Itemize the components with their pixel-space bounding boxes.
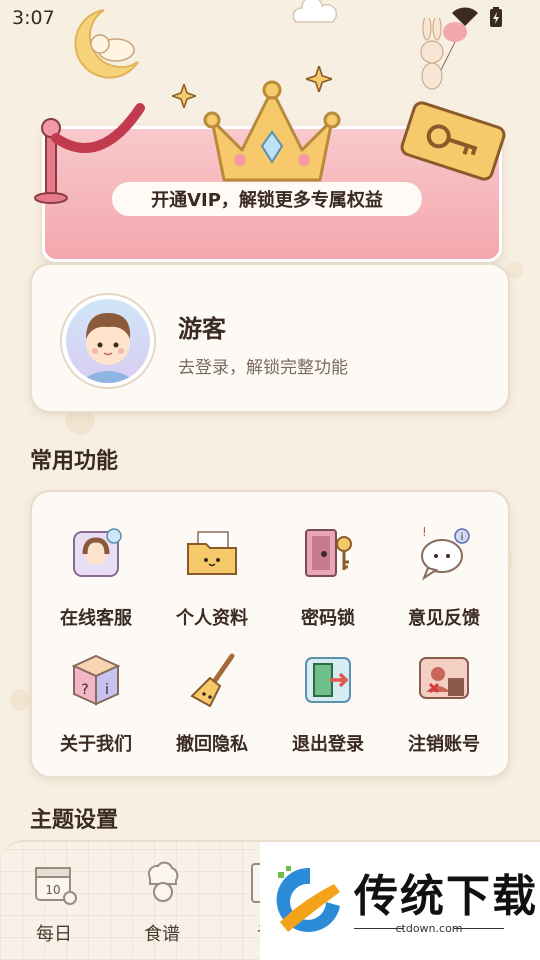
func-label: 在线客服 bbox=[60, 608, 132, 629]
info-cube-icon: ? i bbox=[71, 654, 121, 706]
func-label: 退出登录 bbox=[292, 734, 364, 755]
sparkle-icon bbox=[172, 84, 196, 108]
login-prompt[interactable]: 去登录，解锁完整功能 bbox=[178, 353, 348, 378]
tab-daily[interactable]: 10 每日 bbox=[4, 842, 104, 952]
func-label: 撤回隐私 bbox=[176, 734, 248, 755]
chef-icon bbox=[147, 861, 179, 902]
section-title-theme: 主题设置 bbox=[30, 808, 119, 833]
func-profile[interactable]: 个人资料 bbox=[154, 526, 270, 646]
functions-card: 在线客服 个人资料 密码锁 i ! 意见反馈 ? i 关于我们 撤回隐私 退出登… bbox=[30, 490, 510, 778]
svg-text:10: 10 bbox=[45, 883, 60, 897]
func-logout[interactable]: 退出登录 bbox=[270, 652, 386, 772]
battery-icon bbox=[490, 7, 502, 27]
tab-label: 每日 bbox=[36, 924, 72, 945]
svg-text:?: ? bbox=[81, 682, 88, 698]
func-about-us[interactable]: ? i 关于我们 bbox=[38, 652, 154, 772]
func-label: 关于我们 bbox=[60, 734, 132, 755]
profile-name: 游客 bbox=[178, 315, 226, 343]
sparkle-icon bbox=[306, 66, 332, 92]
ctdown-logo-icon bbox=[276, 866, 340, 932]
svg-text:i: i bbox=[461, 532, 464, 543]
svg-text:i: i bbox=[105, 682, 109, 698]
calendar-icon: 10 bbox=[35, 867, 77, 905]
watermark: 传统下载 ctdown.com bbox=[260, 842, 540, 960]
tab-label: 食谱 bbox=[144, 924, 180, 945]
watermark-name: 传统下载 bbox=[354, 871, 538, 922]
door-key-icon bbox=[305, 529, 352, 577]
section-title-common: 常用功能 bbox=[30, 449, 119, 474]
golden-ticket-icon bbox=[400, 101, 506, 181]
chat-bubble-icon: i ! bbox=[421, 526, 470, 581]
func-password-lock[interactable]: 密码锁 bbox=[270, 526, 386, 646]
customer-service-icon bbox=[73, 528, 122, 577]
func-label: 个人资料 bbox=[176, 608, 248, 629]
folder-icon bbox=[187, 531, 237, 575]
watermark-divider bbox=[454, 928, 504, 929]
func-delete-account[interactable]: 注销账号 bbox=[386, 652, 502, 772]
func-label: 注销账号 bbox=[408, 734, 480, 755]
func-revoke-privacy[interactable]: 撤回隐私 bbox=[154, 652, 270, 772]
crown-icon bbox=[203, 80, 341, 182]
vip-cta-text[interactable]: 开通VIP，解锁更多专属权益 bbox=[112, 182, 422, 216]
avatar[interactable] bbox=[62, 295, 154, 387]
tab-recipes[interactable]: 食谱 bbox=[112, 842, 212, 952]
func-customer-service[interactable]: 在线客服 bbox=[38, 526, 154, 646]
func-feedback[interactable]: i ! 意见反馈 bbox=[386, 526, 502, 646]
svg-text:!: ! bbox=[422, 526, 427, 539]
func-label: 密码锁 bbox=[301, 608, 355, 629]
profile-card[interactable]: 游客 去登录，解锁完整功能 bbox=[30, 263, 510, 413]
broom-icon bbox=[190, 653, 235, 708]
vip-banner[interactable]: 开通VIP，解锁更多专属权益 bbox=[22, 36, 522, 262]
boy-avatar-icon bbox=[78, 313, 138, 383]
delete-account-icon bbox=[419, 657, 469, 699]
status-time: 3:07 bbox=[12, 7, 55, 29]
func-label: 意见反馈 bbox=[408, 608, 480, 629]
exit-door-icon bbox=[305, 657, 351, 703]
cloud-icon bbox=[292, 0, 338, 23]
